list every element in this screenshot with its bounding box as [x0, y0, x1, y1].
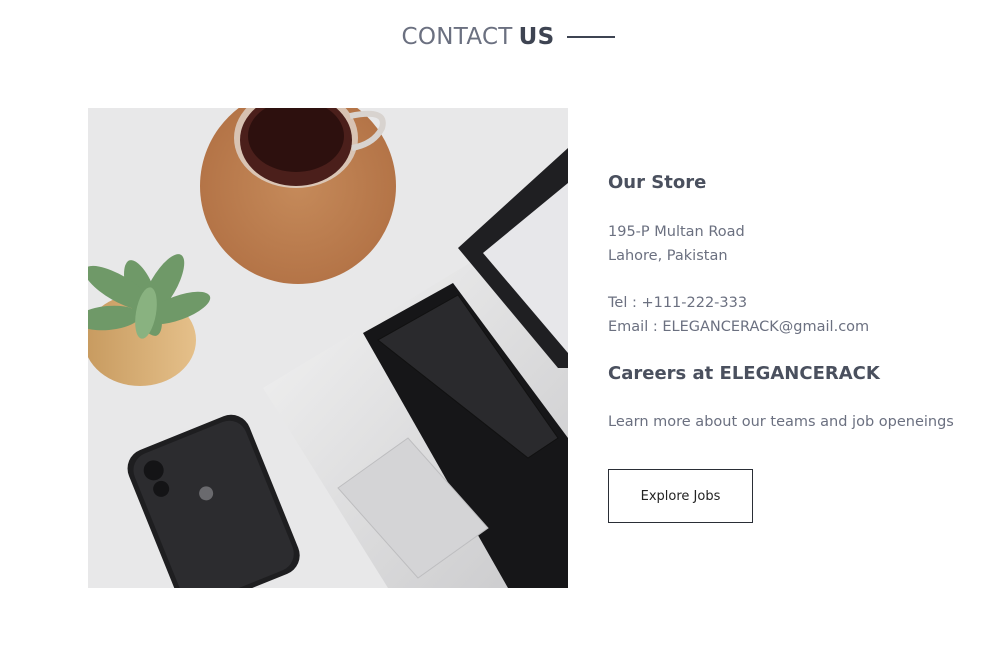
contact-info: Our Store 195-P Multan Road Lahore, Paki… — [608, 172, 968, 434]
explore-jobs-button[interactable]: Explore Jobs — [608, 469, 753, 523]
store-telephone: Tel : +111-222-333 — [608, 295, 748, 311]
heading-divider — [566, 36, 615, 38]
careers-description: Learn more about our teams and job opene… — [608, 414, 954, 430]
heading-text-contact: CONTACT — [401, 24, 513, 50]
store-title: Our Store — [608, 172, 707, 193]
section-heading: CONTACT US — [0, 24, 988, 50]
desk-illustration — [88, 108, 568, 588]
heading-text-us: US — [518, 24, 555, 50]
store-email[interactable]: Email : ELEGANCERACK@gmail.com — [608, 315, 968, 339]
store-address-line2: Lahore, Pakistan — [608, 248, 728, 264]
store-address-line1: 195-P Multan Road — [608, 224, 745, 240]
careers-title: Careers at ELEGANCERACK — [608, 363, 880, 384]
contact-image — [88, 108, 568, 588]
